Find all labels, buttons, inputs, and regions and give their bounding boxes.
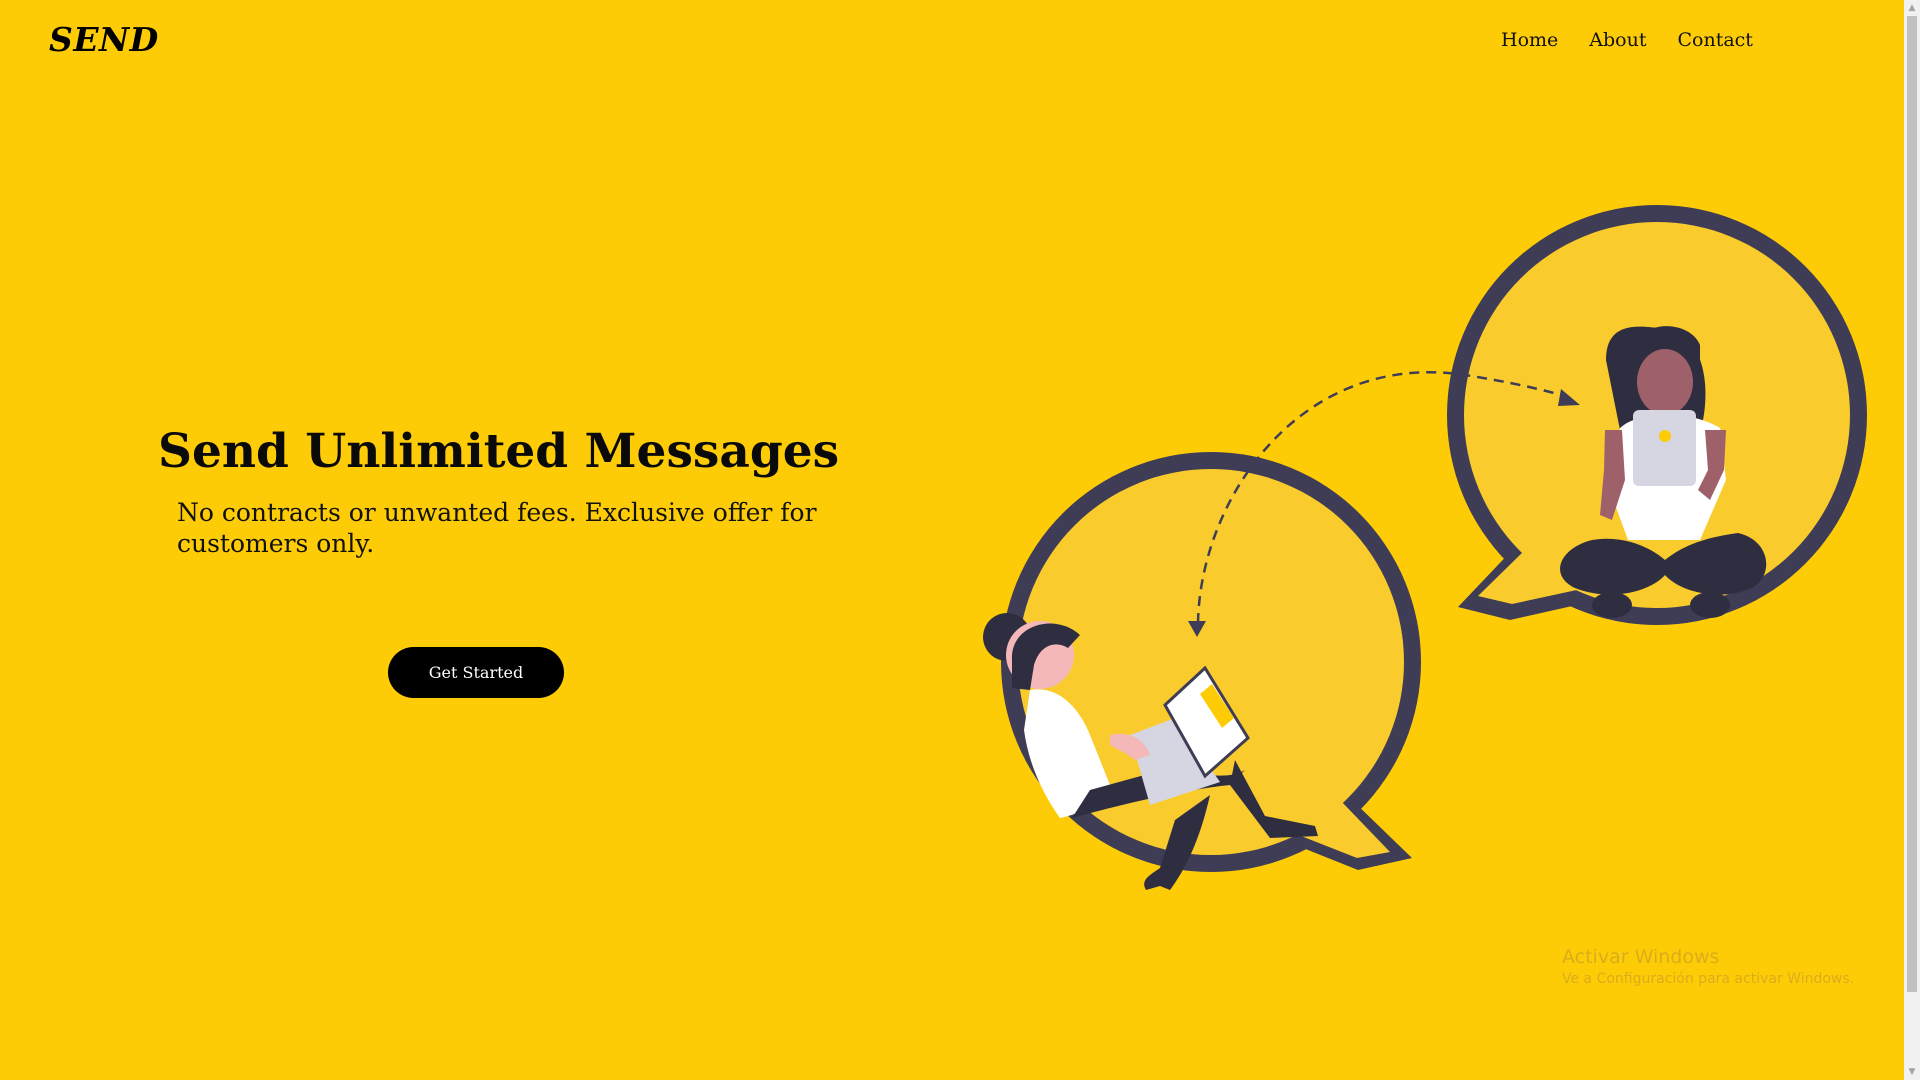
vertical-scrollbar[interactable]: ▲ ▼ xyxy=(1904,0,1920,1080)
get-started-button[interactable]: Get Started xyxy=(388,647,564,698)
windows-activation-watermark: Activar Windows Ve a Configuración para … xyxy=(1562,946,1854,987)
messaging-illustration xyxy=(983,205,1867,890)
watermark-title: Activar Windows xyxy=(1562,946,1720,968)
watermark-subtitle: Ve a Configuración para activar Windows. xyxy=(1562,971,1855,987)
hero-subtitle: No contracts or unwanted fees. Exclusive… xyxy=(177,498,817,558)
hero-title: Send Unlimited Messages xyxy=(158,424,840,479)
scroll-up-icon[interactable]: ▲ xyxy=(1904,0,1920,16)
logo[interactable]: SEND xyxy=(49,20,159,59)
landing-page: SEND Home About Contact Send Unlimited M… xyxy=(0,0,1904,1080)
nav-link-home[interactable]: Home xyxy=(1501,29,1558,51)
scroll-thumb[interactable] xyxy=(1907,16,1917,992)
scroll-down-icon[interactable]: ▼ xyxy=(1904,1064,1920,1080)
nav-link-about[interactable]: About xyxy=(1589,29,1646,51)
nav-link-contact[interactable]: Contact xyxy=(1677,29,1752,51)
main-nav: Home About Contact xyxy=(1501,29,1753,51)
